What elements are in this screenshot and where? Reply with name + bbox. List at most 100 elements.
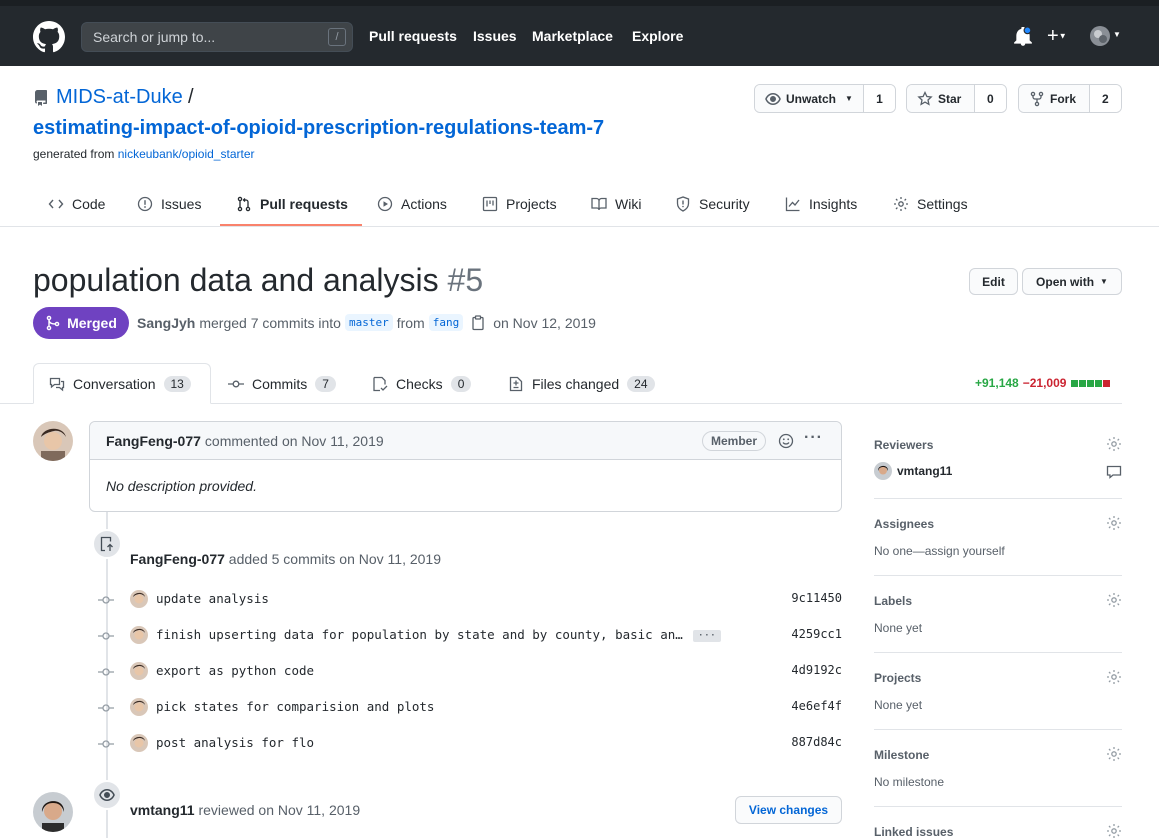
commit-author-avatar[interactable] bbox=[130, 626, 148, 644]
diffstat-blocks bbox=[1070, 376, 1111, 390]
milestone-title[interactable]: Milestone bbox=[874, 748, 929, 762]
star-button[interactable]: Star bbox=[907, 85, 975, 112]
search-input[interactable]: Search or jump to... / bbox=[81, 22, 353, 52]
tab-actions-label: Actions bbox=[401, 195, 447, 212]
edit-title-button[interactable]: Edit bbox=[969, 268, 1018, 295]
fork-button[interactable]: Fork bbox=[1019, 85, 1090, 112]
forks-count[interactable]: 2 bbox=[1089, 85, 1121, 112]
commit-author-avatar[interactable] bbox=[130, 590, 148, 608]
tab-checks[interactable]: Checks 0 bbox=[372, 363, 472, 404]
project-icon bbox=[482, 196, 498, 211]
gear-icon[interactable] bbox=[1106, 669, 1122, 685]
gear-icon[interactable] bbox=[1106, 746, 1122, 762]
tab-code[interactable]: Code bbox=[48, 186, 105, 227]
diffstat-block-added bbox=[1087, 380, 1095, 387]
commenter-avatar[interactable] bbox=[33, 421, 73, 461]
reviewers-title[interactable]: Reviewers bbox=[874, 438, 933, 452]
smiley-icon[interactable] bbox=[778, 433, 794, 449]
stars-count[interactable]: 0 bbox=[974, 85, 1006, 112]
tab-insights[interactable]: Insights bbox=[785, 186, 857, 227]
github-logo-icon[interactable] bbox=[33, 21, 65, 53]
tab-files-changed[interactable]: Files changed 24 bbox=[508, 363, 655, 404]
user-menu-dropdown[interactable]: ▼ bbox=[1090, 26, 1124, 48]
commit-sha[interactable]: 4259cc1 bbox=[791, 627, 842, 641]
projects-title[interactable]: Projects bbox=[874, 671, 921, 685]
file-diff-icon bbox=[509, 376, 523, 391]
expand-commit-message-button[interactable]: ··· bbox=[692, 629, 721, 642]
shield-icon bbox=[676, 195, 690, 212]
gear-icon[interactable] bbox=[1106, 592, 1122, 608]
gear-icon[interactable] bbox=[1106, 436, 1122, 452]
commit-sha[interactable]: 4d9192c bbox=[791, 663, 842, 677]
kebab-horizontal-icon[interactable]: ··· bbox=[804, 429, 823, 447]
tab-wiki[interactable]: Wiki bbox=[591, 186, 641, 227]
repo-name-link[interactable]: estimating-impact-of-opioid-prescription… bbox=[33, 117, 604, 140]
assignees-title[interactable]: Assignees bbox=[874, 517, 934, 531]
plus-icon: + bbox=[1047, 25, 1059, 47]
sidebar-reviewers: Reviewers vmtang11 bbox=[874, 436, 1122, 499]
gear-icon[interactable] bbox=[1106, 823, 1122, 838]
comment-author[interactable]: FangFeng-077 bbox=[106, 433, 201, 449]
tab-settings[interactable]: Settings bbox=[893, 186, 968, 227]
user-photo-icon bbox=[33, 792, 73, 832]
nav-pull-requests[interactable]: Pull requests bbox=[369, 6, 457, 66]
commit-author-avatar[interactable] bbox=[130, 734, 148, 752]
labels-title[interactable]: Labels bbox=[874, 594, 912, 608]
commit-sha[interactable]: 887d84c bbox=[791, 735, 842, 749]
pr-tabs: Conversation 13 Commits 7 Checks 0 Files… bbox=[0, 363, 1122, 404]
commit-message[interactable]: post analysis for flo bbox=[156, 735, 314, 750]
author-role-badge: Member bbox=[702, 431, 767, 451]
watchers-count[interactable]: 1 bbox=[863, 85, 895, 112]
deletions-count: −21,009 bbox=[1022, 376, 1067, 390]
tab-pull-requests[interactable]: Pull requests bbox=[236, 186, 348, 227]
notification-bell-icon[interactable] bbox=[1014, 27, 1032, 47]
commit-message[interactable]: update analysis bbox=[156, 591, 269, 606]
tab-conversation[interactable]: Conversation 13 bbox=[33, 363, 211, 404]
commit-icon bbox=[228, 380, 244, 387]
commit-sha[interactable]: 4e6ef4f bbox=[791, 699, 842, 713]
nav-explore[interactable]: Explore bbox=[632, 6, 683, 66]
head-branch[interactable]: fang bbox=[428, 314, 464, 331]
commit-author-avatar[interactable] bbox=[130, 662, 148, 680]
template-repo-link[interactable]: nickeubank/opioid_starter bbox=[118, 147, 255, 161]
milestone-value: No milestone bbox=[874, 775, 945, 789]
base-branch[interactable]: master bbox=[344, 314, 393, 331]
reviewer-username[interactable]: vmtang11 bbox=[130, 802, 195, 818]
nav-marketplace[interactable]: Marketplace bbox=[532, 6, 613, 66]
assignees-value[interactable]: No one—assign yourself bbox=[874, 544, 1005, 558]
star-label: Star bbox=[938, 91, 962, 106]
commit-message[interactable]: finish upserting data for population by … bbox=[156, 627, 683, 642]
tab-actions[interactable]: Actions bbox=[377, 186, 447, 227]
reviewer-avatar[interactable] bbox=[33, 792, 73, 832]
tab-commits[interactable]: Commits 7 bbox=[228, 363, 336, 404]
merger-username[interactable]: SangJyh bbox=[137, 315, 195, 331]
tab-issues[interactable]: Issues bbox=[137, 186, 201, 227]
repo-path-separator: / bbox=[188, 86, 194, 108]
tab-projects[interactable]: Projects bbox=[482, 186, 557, 227]
pr-description-comment: FangFeng-077 commented on Nov 11, 2019 M… bbox=[89, 421, 842, 512]
commit-dot-icon bbox=[98, 632, 114, 640]
open-with-button[interactable]: Open with ▼ bbox=[1022, 268, 1122, 295]
commit-message[interactable]: export as python code bbox=[156, 663, 314, 678]
commits-author[interactable]: FangFeng-077 bbox=[130, 551, 225, 567]
linked-issues-title[interactable]: Linked issues bbox=[874, 825, 953, 838]
commit-sha[interactable]: 9c11450 bbox=[791, 591, 842, 605]
gear-icon[interactable] bbox=[1106, 515, 1122, 531]
repo-owner-link[interactable]: MIDS-at-Duke bbox=[56, 86, 183, 109]
issue-icon bbox=[137, 196, 153, 211]
commit-row: finish upserting data for population by … bbox=[98, 624, 842, 648]
nav-issues[interactable]: Issues bbox=[473, 6, 517, 66]
view-changes-button[interactable]: View changes bbox=[735, 796, 842, 824]
copy-icon[interactable] bbox=[471, 314, 485, 331]
commit-message[interactable]: pick states for comparision and plots bbox=[156, 699, 434, 714]
star-icon bbox=[917, 90, 933, 106]
create-new-dropdown[interactable]: +▼ bbox=[1047, 26, 1075, 46]
reviewer-entry[interactable]: vmtang11 bbox=[874, 462, 952, 480]
commit-author-avatar[interactable] bbox=[130, 698, 148, 716]
unwatch-button[interactable]: Unwatch ▼ bbox=[755, 85, 864, 112]
tab-insights-label: Insights bbox=[809, 195, 858, 212]
comment-action[interactable]: commented on Nov 11, 2019 bbox=[205, 433, 384, 449]
reviewer-name: vmtang11 bbox=[897, 464, 953, 478]
tab-security[interactable]: Security bbox=[675, 186, 750, 227]
fork-button-group: Fork 2 bbox=[1018, 84, 1122, 113]
